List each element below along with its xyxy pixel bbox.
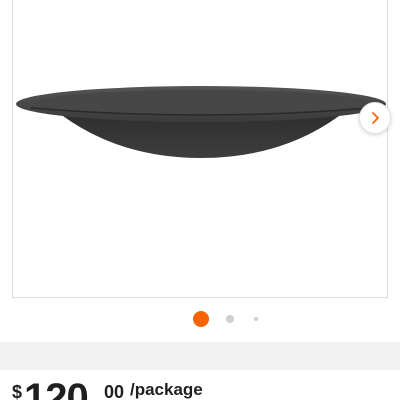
product-image bbox=[16, 86, 386, 158]
price-currency-symbol: $ bbox=[12, 382, 23, 400]
section-divider bbox=[0, 342, 400, 370]
price-whole: 120 bbox=[24, 376, 89, 400]
product-page: $ 120 00 /package bbox=[0, 0, 400, 400]
price-unit: /package bbox=[130, 380, 203, 399]
bowl-body bbox=[63, 116, 339, 158]
carousel-pagination bbox=[0, 310, 400, 330]
bowl-inner bbox=[36, 90, 366, 114]
price-cents: 00 bbox=[104, 382, 125, 400]
next-image-button[interactable] bbox=[359, 102, 391, 134]
chevron-right-icon bbox=[372, 112, 379, 124]
product-image-card[interactable] bbox=[12, 0, 391, 298]
carousel-dot-2[interactable] bbox=[226, 315, 234, 323]
carousel-dot-3[interactable] bbox=[254, 317, 258, 321]
carousel-dot-1[interactable] bbox=[193, 311, 209, 327]
